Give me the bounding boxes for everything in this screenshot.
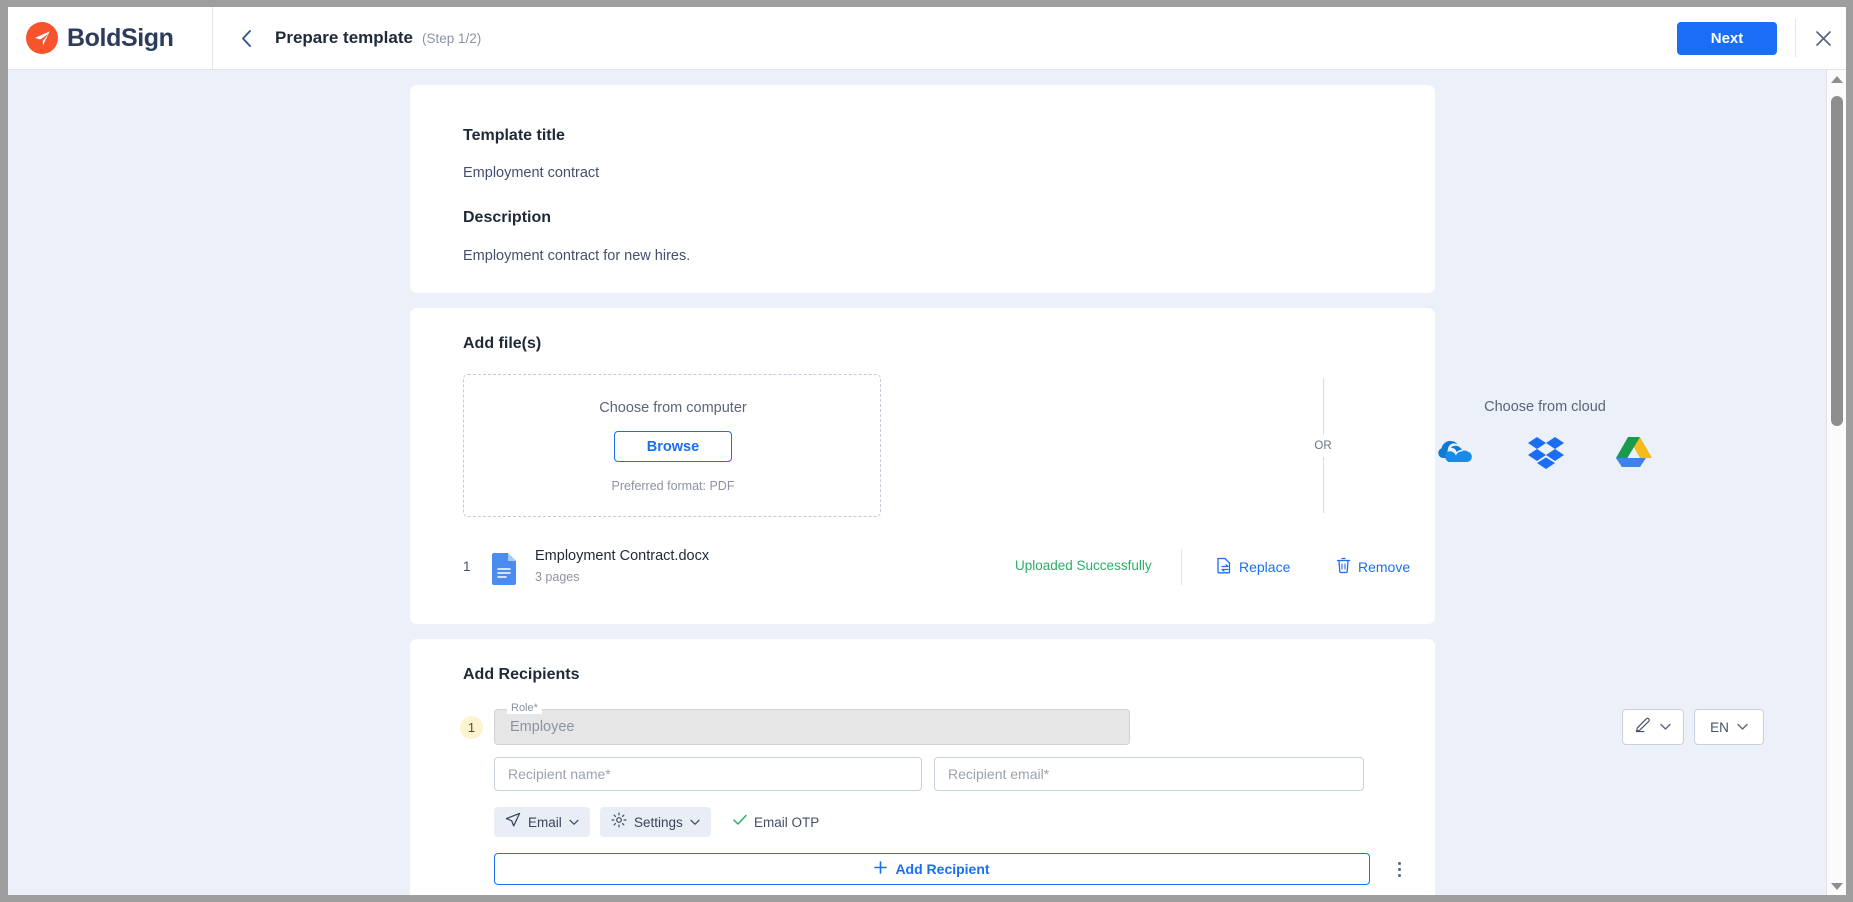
main-scroll-area[interactable]: Template title Employment contract Descr… <box>8 70 1826 895</box>
recipient-role-field[interactable]: Role* Employee <box>494 702 1130 745</box>
recipient-name-input[interactable] <box>494 757 922 791</box>
gear-icon <box>611 811 627 833</box>
file-name: Employment Contract.docx <box>535 548 710 564</box>
or-separator: OR <box>1308 378 1338 513</box>
upload-status-badge: Uploaded Successfully <box>1015 558 1152 573</box>
header-actions: Next <box>1677 7 1846 69</box>
or-label: OR <box>1314 439 1332 452</box>
add-recipients-label: Add Recipients <box>463 666 580 683</box>
page-step-label: (Step 1/2) <box>421 30 482 46</box>
dropbox-icon[interactable] <box>1527 435 1565 474</box>
choose-from-cloud-label: Choose from cloud <box>1484 399 1606 415</box>
chevron-down-icon <box>569 813 579 831</box>
trash-icon <box>1336 557 1351 577</box>
onedrive-icon[interactable] <box>1437 439 1477 470</box>
uploaded-file-row: 1 Employment Contract.docx 3 pages Uploa… <box>463 546 1410 592</box>
remove-label: Remove <box>1358 559 1411 575</box>
signature-pen-icon <box>1635 716 1652 738</box>
file-actions-divider <box>1181 549 1182 585</box>
delivery-mode-label: Email <box>528 814 562 830</box>
chevron-down-icon <box>1660 718 1671 736</box>
kebab-dot-2 <box>1397 867 1401 871</box>
next-button[interactable]: Next <box>1677 21 1777 55</box>
chevron-down-icon <box>1737 718 1748 736</box>
send-plane-icon <box>505 812 521 833</box>
email-otp-indicator: Email OTP <box>733 807 819 837</box>
caret-up-icon[interactable] <box>1827 70 1846 88</box>
template-title-value: Employment contract <box>463 165 600 181</box>
kebab-menu-icon[interactable] <box>1387 854 1411 884</box>
email-otp-label: Email OTP <box>754 814 820 830</box>
scrollbar-thumb[interactable] <box>1831 96 1843 426</box>
add-recipients-card: Add Recipients 1 Role* Employee EN Recip… <box>410 639 1764 895</box>
preferred-format-hint: Preferred format: PDF <box>611 479 735 493</box>
brand-name: BoldSign <box>67 23 174 52</box>
recipient-role-label: Role* <box>507 702 542 714</box>
template-description-label: Description <box>463 209 552 226</box>
recipient-settings-dropdown[interactable]: Settings <box>600 807 711 837</box>
replace-icon <box>1216 557 1232 577</box>
kebab-dot-1 <box>1397 861 1401 865</box>
add-files-card: Add file(s) Choose from computer Browse … <box>410 308 1652 624</box>
close-icon[interactable] <box>1808 23 1838 53</box>
header-breadcrumb: Prepare template (Step 1/2) <box>213 7 1677 69</box>
choose-from-computer-label: Choose from computer <box>599 400 747 416</box>
vertical-scrollbar[interactable] <box>1826 70 1846 895</box>
app-header: BoldSign Prepare template (Step 1/2) Nex… <box>8 7 1846 70</box>
brand-logo[interactable]: BoldSign <box>8 7 213 69</box>
cloud-provider-list <box>1380 431 1710 477</box>
check-icon <box>733 813 747 831</box>
add-recipient-button[interactable]: Add Recipient <box>494 853 1370 885</box>
recipient-settings-label: Settings <box>634 814 683 830</box>
plus-icon <box>874 861 888 877</box>
recipient-role-value: Employee <box>510 719 575 735</box>
signer-type-select[interactable] <box>1622 709 1684 745</box>
or-line-top <box>1322 378 1324 435</box>
boldsign-logo-icon <box>26 22 58 54</box>
file-dropzone[interactable]: Choose from computer Browse Preferred fo… <box>463 374 881 517</box>
browse-button[interactable]: Browse <box>614 431 732 462</box>
caret-down-icon[interactable] <box>1827 877 1846 895</box>
remove-file-button[interactable]: Remove <box>1336 557 1410 577</box>
add-recipient-label: Add Recipient <box>895 861 990 877</box>
or-line-bottom <box>1322 456 1324 513</box>
replace-file-button[interactable]: Replace <box>1216 557 1290 577</box>
app-window: BoldSign Prepare template (Step 1/2) Nex… <box>8 7 1846 895</box>
page-title: Prepare template <box>275 28 413 47</box>
kebab-dot-3 <box>1397 873 1401 877</box>
chevron-down-icon <box>690 813 700 831</box>
file-page-count: 3 pages <box>535 570 580 584</box>
template-meta-card: Template title Employment contract Descr… <box>410 85 1435 293</box>
document-icon <box>490 552 518 591</box>
add-files-label: Add file(s) <box>463 335 542 352</box>
recipient-language-select[interactable]: EN <box>1694 709 1764 745</box>
recipient-order-badge: 1 <box>460 716 483 739</box>
google-drive-icon[interactable] <box>1615 435 1653 474</box>
delivery-mode-dropdown[interactable]: Email <box>494 807 590 837</box>
header-divider <box>1795 19 1796 57</box>
template-title-label: Template title <box>463 127 565 144</box>
recipient-email-input[interactable] <box>934 757 1364 791</box>
recipient-language-value: EN <box>1710 719 1729 735</box>
file-index: 1 <box>463 559 471 574</box>
replace-label: Replace <box>1239 559 1291 575</box>
template-description-value: Employment contract for new hires. <box>463 248 691 264</box>
chevron-left-icon[interactable] <box>234 26 258 50</box>
